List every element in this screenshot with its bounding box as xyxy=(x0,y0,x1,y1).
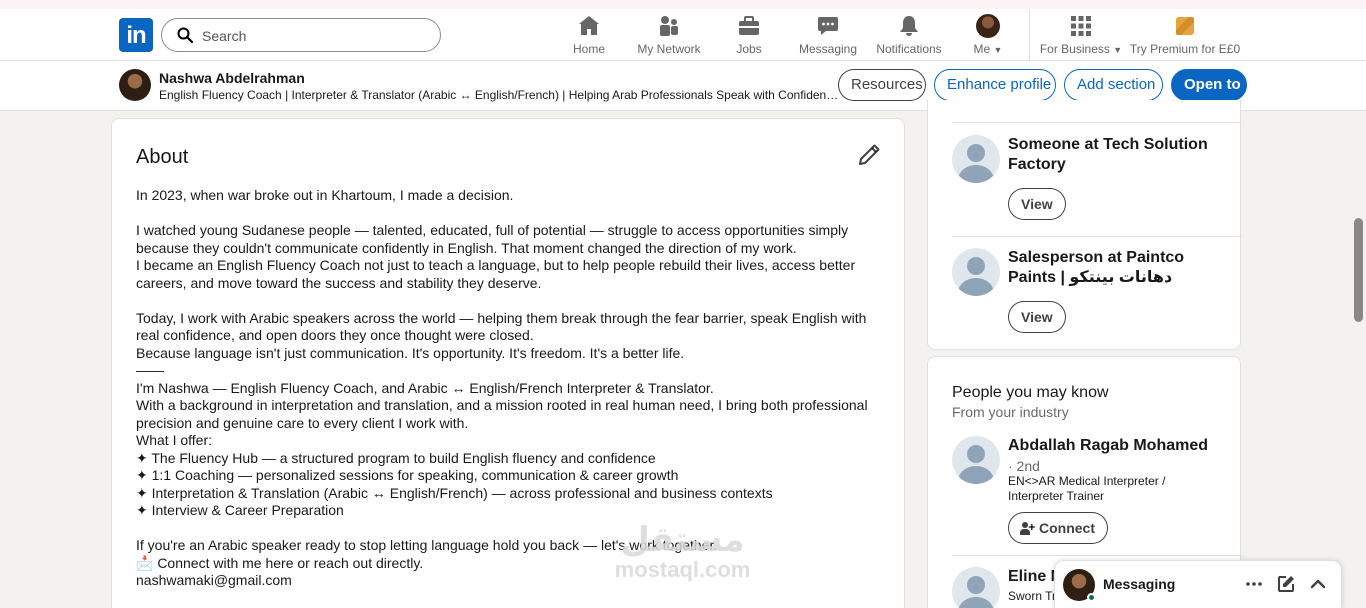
nav-home[interactable]: Home xyxy=(566,14,612,58)
search-input[interactable] xyxy=(202,25,422,47)
nav-divider xyxy=(1029,9,1030,61)
about-paragraph: Today, I work with Arabic speakers acros… xyxy=(136,309,868,519)
pymk-title: People you may know xyxy=(952,384,1109,401)
more-options-icon[interactable] xyxy=(1244,574,1264,594)
nav-notifications[interactable]: Notifications xyxy=(872,14,946,58)
viewer-name[interactable]: Salesperson at Paintco Paints | دهانات ب… xyxy=(1008,248,1228,288)
briefcase-icon xyxy=(739,16,759,35)
nav-my-network[interactable]: My Network xyxy=(632,14,706,58)
connection-degree: · 2nd xyxy=(1008,458,1040,474)
nav-me[interactable]: Me ▼ xyxy=(966,14,1010,58)
messaging-overlay[interactable]: Messaging xyxy=(1054,560,1342,608)
nav-home-label: Home xyxy=(572,42,605,56)
open-to-button[interactable]: Open to xyxy=(1171,69,1247,101)
viewer-name[interactable]: Someone at Tech Solution Factory xyxy=(1008,135,1228,175)
pencil-icon[interactable] xyxy=(857,143,881,167)
home-icon xyxy=(579,16,599,35)
pymk-item: Abdallah Ragab Mohamed · 2nd EN<>AR Medi… xyxy=(952,436,1232,548)
view-button[interactable]: View xyxy=(1008,301,1066,333)
nav-premium-label: Try Premium for E£0 xyxy=(1129,42,1241,56)
about-title: About xyxy=(136,146,189,168)
divider xyxy=(952,236,1242,237)
connect-button[interactable]: Connect xyxy=(1008,512,1108,544)
profile-headline: English Fluency Coach | Interpreter & Tr… xyxy=(159,88,839,102)
connect-label: Connect xyxy=(1039,520,1095,536)
global-nav: in Home My Network Jobs Messaging Notifi… xyxy=(0,9,1366,61)
people-icon xyxy=(660,16,678,36)
messaging-title[interactable]: Messaging xyxy=(1103,576,1175,592)
top-strip xyxy=(0,0,1366,9)
nav-my-network-label: My Network xyxy=(637,42,701,56)
nav-messaging[interactable]: Messaging xyxy=(796,14,860,58)
search-icon xyxy=(177,27,193,43)
profile-name: Nashwa Abdelrahman xyxy=(159,70,305,86)
nav-jobs-label: Jobs xyxy=(736,42,762,56)
pymk-subtitle: From your industry xyxy=(952,404,1069,420)
pymk-headline: EN<>AR Medical Interpreter / Interpreter… xyxy=(1008,474,1166,503)
avatar-placeholder xyxy=(952,135,1000,183)
avatar-placeholder xyxy=(952,436,1000,484)
scrollbar-track[interactable] xyxy=(1352,111,1366,608)
nav-messaging-label: Messaging xyxy=(798,42,858,56)
search-box[interactable] xyxy=(161,18,441,52)
resources-button[interactable]: Resources xyxy=(838,69,926,101)
chevron-down-icon: ▼ xyxy=(1113,45,1123,55)
nav-for-business[interactable]: For Business ▼ xyxy=(1038,14,1124,58)
nav-me-label: Me xyxy=(973,42,991,56)
nav-for-business-label: For Business xyxy=(1039,42,1110,56)
view-button[interactable]: View xyxy=(1008,188,1066,220)
scrollbar-thumb[interactable] xyxy=(1354,218,1363,322)
add-person-icon xyxy=(1020,522,1035,535)
about-paragraph: I watched young Sudanese people — talent… xyxy=(136,222,856,291)
linkedin-logo[interactable]: in xyxy=(119,18,153,52)
about-text: In 2023, when war broke out in Khartoum,… xyxy=(136,187,886,590)
avatar-placeholder xyxy=(952,567,1000,608)
premium-icon xyxy=(1176,17,1194,35)
online-status-dot xyxy=(1087,593,1096,602)
viewer-item: Salesperson at Paintco Paints | دهانات ب… xyxy=(952,248,1232,338)
nav-notifications-label: Notifications xyxy=(876,42,942,56)
profile-viewers-card: Someone at Tech Solution Factory View Sa… xyxy=(927,100,1242,350)
enhance-profile-button[interactable]: Enhance profile xyxy=(934,69,1056,101)
viewer-item: Someone at Tech Solution Factory View xyxy=(952,135,1232,225)
about-card: About In 2023, when war broke out in Kha… xyxy=(111,118,905,608)
compose-icon[interactable] xyxy=(1276,574,1296,594)
nav-jobs[interactable]: Jobs xyxy=(730,14,768,58)
chat-icon xyxy=(818,17,838,35)
avatar xyxy=(976,14,1000,38)
chevron-down-icon: ▼ xyxy=(993,45,1003,55)
chevron-up-icon[interactable] xyxy=(1308,574,1328,594)
nav-premium[interactable]: Try Premium for E£0 xyxy=(1128,14,1242,58)
pymk-name[interactable]: Abdallah Ragab Mohamed xyxy=(1008,436,1228,456)
avatar-placeholder xyxy=(952,248,1000,296)
add-section-button[interactable]: Add section xyxy=(1064,69,1163,101)
mostaql-watermark: مستقل mostaql.com xyxy=(600,522,765,582)
divider xyxy=(952,122,1242,123)
profile-avatar xyxy=(119,69,151,101)
bell-icon xyxy=(900,16,918,36)
about-paragraph: In 2023, when war broke out in Khartoum,… xyxy=(136,187,514,203)
watermark-latin: mostaql.com xyxy=(614,557,751,582)
divider xyxy=(952,555,1242,556)
watermark-arabic: مستقل xyxy=(620,520,745,560)
grid-icon xyxy=(1071,16,1091,36)
about-paragraph: If you're an Arabic speaker ready to sto… xyxy=(136,537,718,588)
